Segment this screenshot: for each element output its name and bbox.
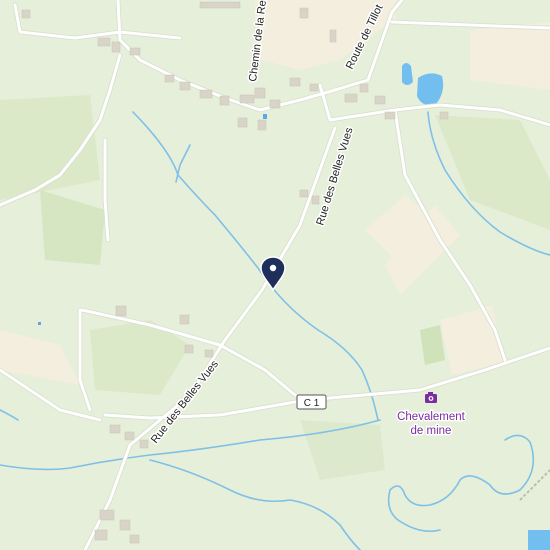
lake bbox=[528, 530, 550, 550]
road-shield-label: C 1 bbox=[304, 398, 320, 409]
map-canvas: Chemin de la Rechotte Route de Tillot Ru… bbox=[0, 0, 550, 550]
pool bbox=[38, 322, 41, 325]
map-view[interactable]: Chemin de la Rechotte Route de Tillot Ru… bbox=[0, 0, 550, 550]
poi-label-line2: de mine bbox=[411, 425, 452, 437]
road-shield: C 1 bbox=[296, 394, 327, 410]
poi-label-line1: Chevalement bbox=[397, 411, 466, 423]
pool bbox=[263, 114, 267, 119]
field-area bbox=[470, 22, 550, 90]
